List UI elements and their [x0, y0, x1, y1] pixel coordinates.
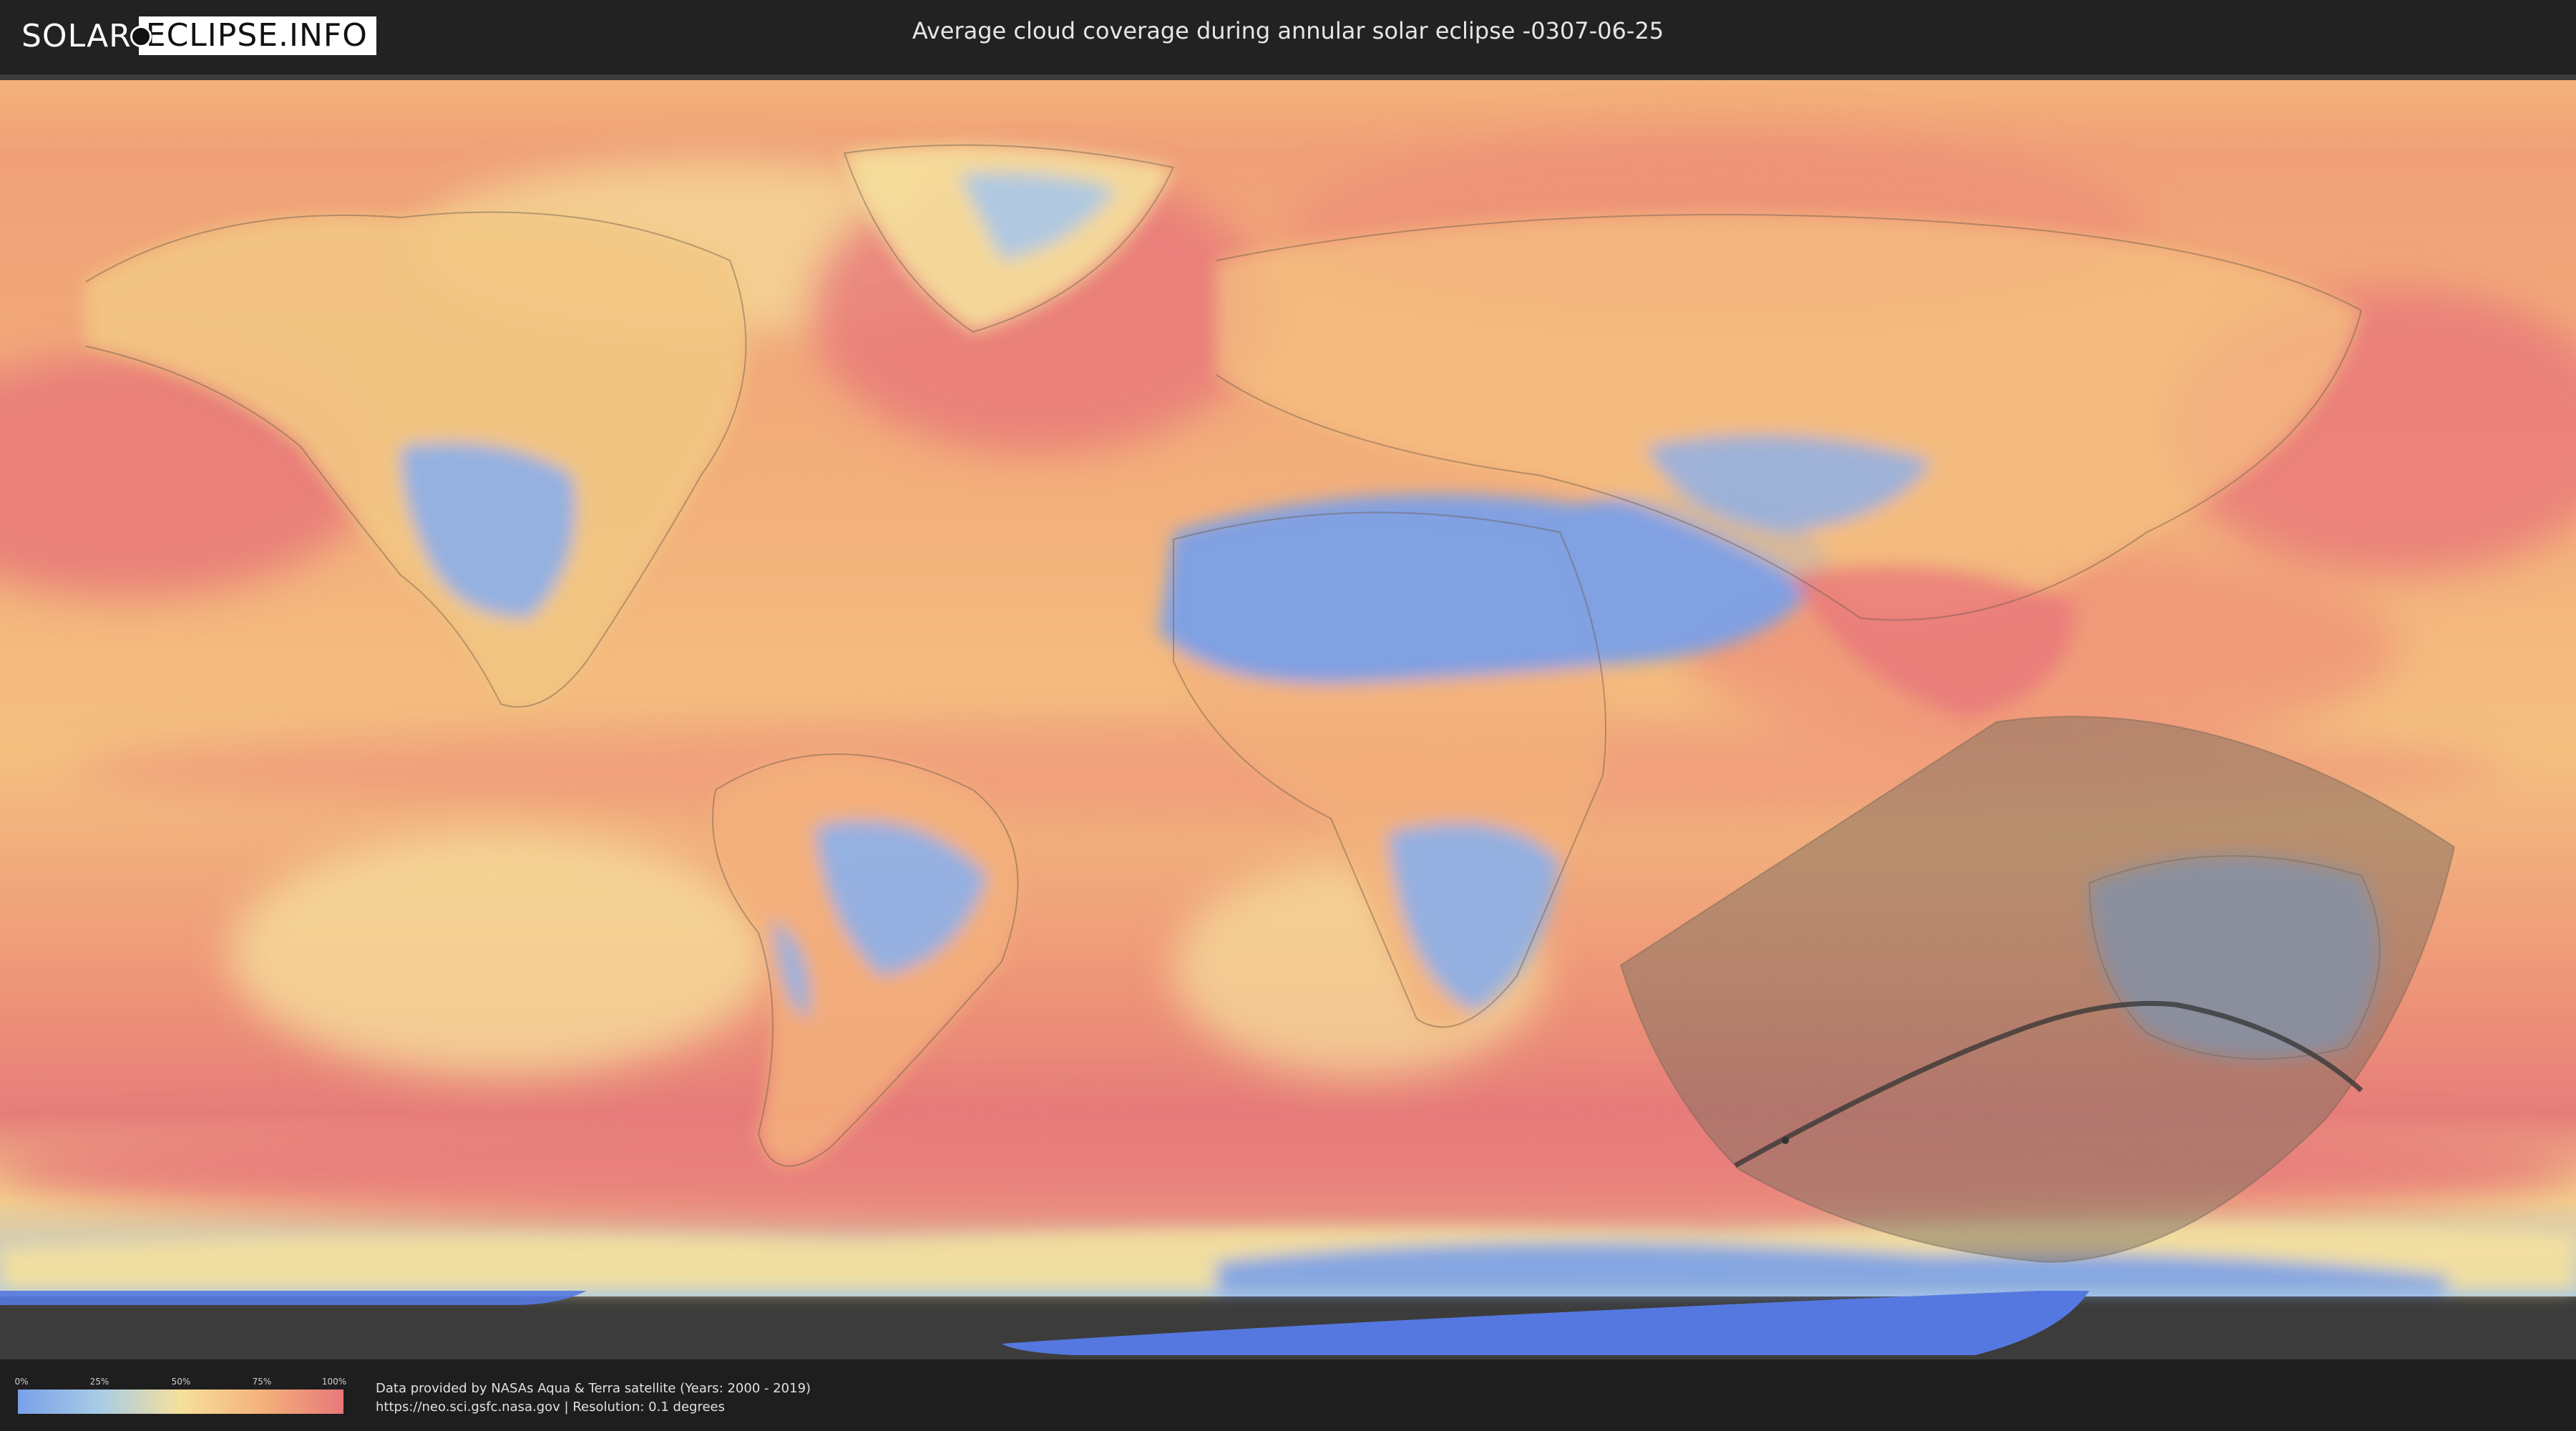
header-bar: SOLAR ECLIPSE.INFO Average cloud coverag… [0, 0, 2576, 72]
legend-tick-100: 100% [321, 1377, 347, 1387]
world-map-svg [0, 80, 2576, 1355]
legend-color-bar [18, 1390, 343, 1414]
greatest-eclipse-marker[interactable] [1782, 1137, 1789, 1144]
legend-tick-0: 0% [14, 1377, 29, 1387]
page-title: Average cloud coverage during annular so… [912, 17, 1664, 44]
credits-line-url[interactable]: https://neo.sci.gsfc.nasa.gov | Resoluti… [376, 1398, 811, 1417]
legend-tick-25: 25% [89, 1377, 109, 1387]
credits-line-source: Data provided by NASAs Aqua & Terra sate… [376, 1381, 811, 1396]
legend-tick-50: 50% [171, 1377, 191, 1387]
cloud-coverage-map[interactable] [0, 74, 2576, 1359]
south-polar-edge [0, 1291, 587, 1305]
legend-tick-75: 75% [252, 1377, 272, 1387]
footer-bar: 0% 25% 50% 75% 100% Data provided by NAS… [0, 1359, 2576, 1431]
data-credits: Data provided by NASAs Aqua & Terra sate… [376, 1379, 811, 1417]
south-polar-projection [1002, 1291, 2089, 1355]
